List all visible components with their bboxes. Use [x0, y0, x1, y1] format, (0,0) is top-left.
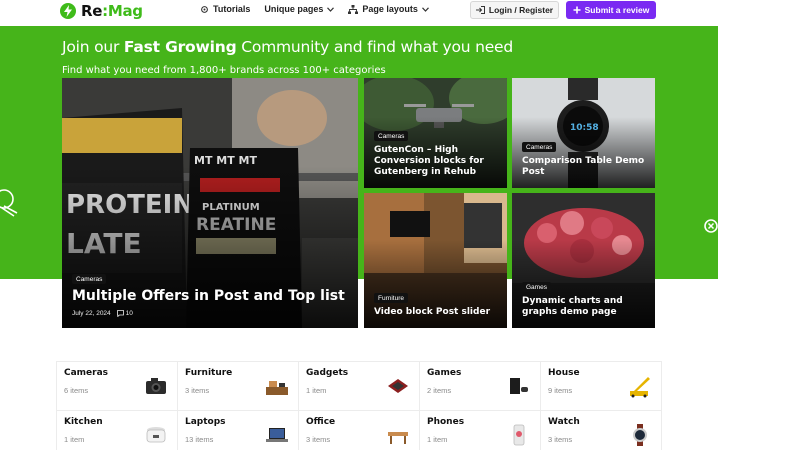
- post-title[interactable]: GutenCon – High Conversion blocks for Gu…: [374, 145, 499, 178]
- hero-title: Join our Fast Growing Community and find…: [62, 38, 514, 56]
- submit-review-button[interactable]: Submit a review: [566, 1, 656, 19]
- desk-icon: [388, 432, 408, 444]
- category-watch[interactable]: Watch 3 items: [541, 411, 662, 450]
- post-card[interactable]: 10:58 Cameras Comparison Table Demo Post: [512, 78, 655, 188]
- sitemap-icon: [348, 4, 359, 14]
- chevron-down-icon: [421, 6, 429, 12]
- plus-icon: [573, 6, 581, 14]
- category-name: House: [548, 368, 580, 378]
- category-count: 2 items: [427, 386, 452, 395]
- category-name: Phones: [427, 417, 465, 427]
- category-count: 3 items: [548, 435, 573, 444]
- laptop-icon: [266, 428, 288, 442]
- category-name: Watch: [548, 417, 580, 427]
- submit-review-label: Submit a review: [584, 5, 650, 15]
- main-nav: Tutorials Unique pages Page layouts: [200, 4, 429, 14]
- bolt-icon: [60, 3, 76, 19]
- category-name: Kitchen: [64, 417, 103, 427]
- post-date: July 22, 2024: [72, 310, 111, 317]
- post-card[interactable]: Cameras GutenCon – High Conversion block…: [364, 78, 507, 188]
- logo-text: Re:Mag: [81, 2, 143, 20]
- category-phones[interactable]: Phones 1 item: [420, 411, 541, 450]
- close-circle-icon[interactable]: [704, 219, 718, 233]
- camera-icon: [146, 378, 166, 394]
- category-kitchen[interactable]: Kitchen 1 item: [57, 411, 178, 450]
- comment-icon: [116, 310, 124, 317]
- category-count: 13 items: [185, 435, 214, 444]
- login-register-label: Login / Register: [488, 5, 554, 15]
- category-office[interactable]: Office 3 items: [299, 411, 420, 450]
- chevron-down-icon: [327, 6, 335, 12]
- category-count: 1 item: [64, 435, 85, 444]
- category-count: 6 items: [64, 386, 89, 395]
- category-count: 3 items: [306, 435, 331, 444]
- category-gadgets[interactable]: Gadgets 1 item: [299, 362, 420, 411]
- category-name: Cameras: [64, 368, 109, 378]
- category-count: 1 item: [427, 435, 448, 444]
- nav-unique-pages[interactable]: Unique pages: [264, 4, 335, 14]
- category-tag[interactable]: Games: [522, 282, 551, 292]
- nav-page-layouts-label: Page layouts: [362, 4, 418, 14]
- post-title[interactable]: Dynamic charts and graphs demo page: [522, 296, 650, 318]
- category-name: Gadgets: [306, 368, 349, 378]
- category-grid: Cameras 6 items Furniture 3 items Gadget…: [56, 361, 662, 450]
- gadget-icon: [388, 379, 408, 393]
- sign-in-icon: [475, 6, 485, 14]
- comments-count: 10: [116, 310, 133, 317]
- crane-icon: [630, 377, 650, 398]
- featured-post-title[interactable]: Multiple Offers in Post and Top list: [72, 288, 345, 304]
- site-logo[interactable]: Re:Mag: [60, 2, 143, 20]
- category-games[interactable]: Games 2 items: [420, 362, 541, 411]
- post-card[interactable]: Furniture Video block Post slider: [364, 193, 507, 328]
- post-title[interactable]: Video block Post slider: [374, 307, 499, 318]
- category-furniture[interactable]: Furniture 3 items: [178, 362, 299, 411]
- category-laptops[interactable]: Laptops 13 items: [178, 411, 299, 450]
- category-tag[interactable]: Furniture: [374, 293, 409, 303]
- site-header: Re:Mag Tutorials Unique pages Page layou…: [0, 0, 718, 26]
- category-house[interactable]: House 9 items: [541, 362, 662, 411]
- category-name: Office: [306, 417, 336, 427]
- category-cameras[interactable]: Cameras 6 items: [57, 362, 178, 411]
- hero-subtitle: Find what you need from 1,800+ brands ac…: [62, 65, 386, 76]
- category-count: 1 item: [306, 386, 327, 395]
- gear-icon: [201, 5, 208, 13]
- category-tag[interactable]: Cameras: [72, 274, 107, 284]
- nav-tutorials-label: Tutorials: [213, 4, 251, 14]
- category-tag[interactable]: Cameras: [522, 142, 557, 152]
- category-count: 9 items: [548, 386, 573, 395]
- featured-post-card[interactable]: PROTEIN LATE MT MT MT PLATINUM REATINE C…: [62, 78, 358, 328]
- cooker-icon: [146, 427, 166, 443]
- nav-page-layouts[interactable]: Page layouts: [348, 4, 429, 14]
- login-register-button[interactable]: Login / Register: [470, 1, 559, 19]
- category-name: Games: [427, 368, 462, 378]
- nav-unique-pages-label: Unique pages: [264, 4, 324, 14]
- post-card[interactable]: Games Dynamic charts and graphs demo pag…: [512, 193, 655, 328]
- furniture-icon: [266, 381, 288, 395]
- post-title[interactable]: Comparison Table Demo Post: [522, 156, 647, 178]
- category-name: Laptops: [185, 417, 226, 427]
- category-tag[interactable]: Cameras: [374, 131, 409, 141]
- phone-icon: [513, 424, 525, 446]
- gamepad-icon: [510, 378, 528, 394]
- lightbulb-icon: [0, 189, 18, 217]
- watch-icon: [633, 424, 647, 446]
- nav-tutorials[interactable]: Tutorials: [200, 4, 250, 14]
- category-count: 3 items: [185, 386, 210, 395]
- post-meta: July 22, 2024 10: [72, 310, 133, 317]
- category-name: Furniture: [185, 368, 233, 378]
